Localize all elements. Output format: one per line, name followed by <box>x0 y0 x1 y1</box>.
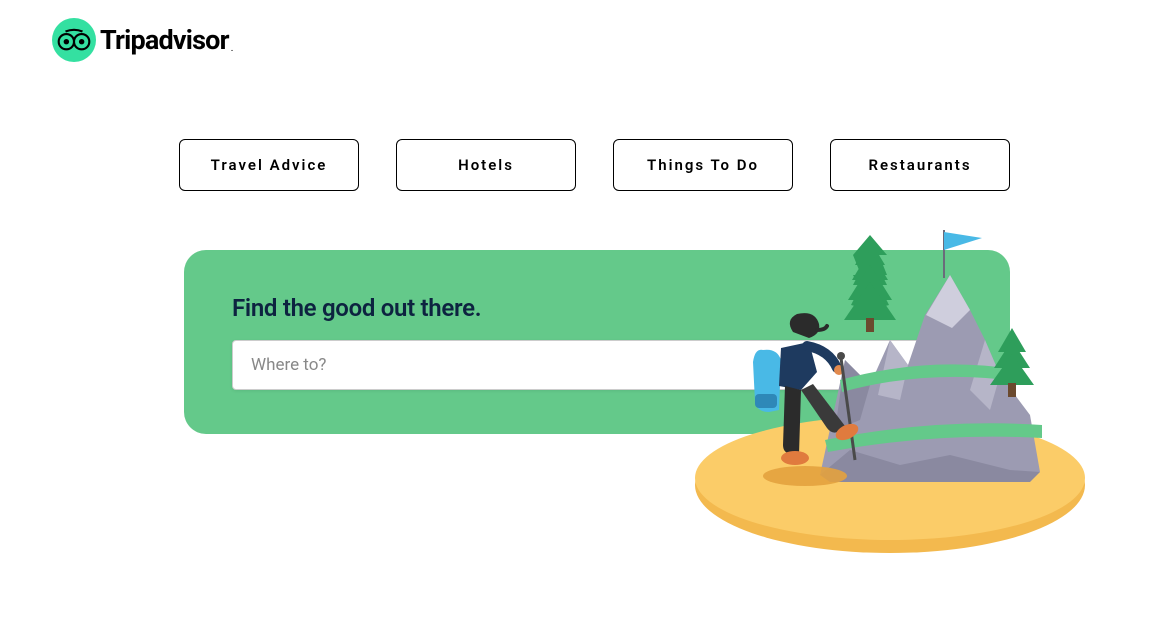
search-input[interactable] <box>232 340 934 390</box>
trademark-dot: . <box>231 43 234 54</box>
category-tabs: Travel Advice Hotels Things To Do Restau… <box>179 139 1010 191</box>
tab-hotels[interactable]: Hotels <box>396 139 576 191</box>
search-heading: Find the good out there. <box>232 294 962 322</box>
tab-things-to-do[interactable]: Things To Do <box>613 139 793 191</box>
tab-restaurants[interactable]: Restaurants <box>830 139 1010 191</box>
brand-logo[interactable]: Tripadvisor . <box>52 18 233 62</box>
brand-name: Tripadvisor <box>100 24 229 56</box>
owl-icon <box>52 18 96 62</box>
search-card: Find the good out there. <box>184 250 1010 434</box>
tab-travel-advice[interactable]: Travel Advice <box>179 139 359 191</box>
